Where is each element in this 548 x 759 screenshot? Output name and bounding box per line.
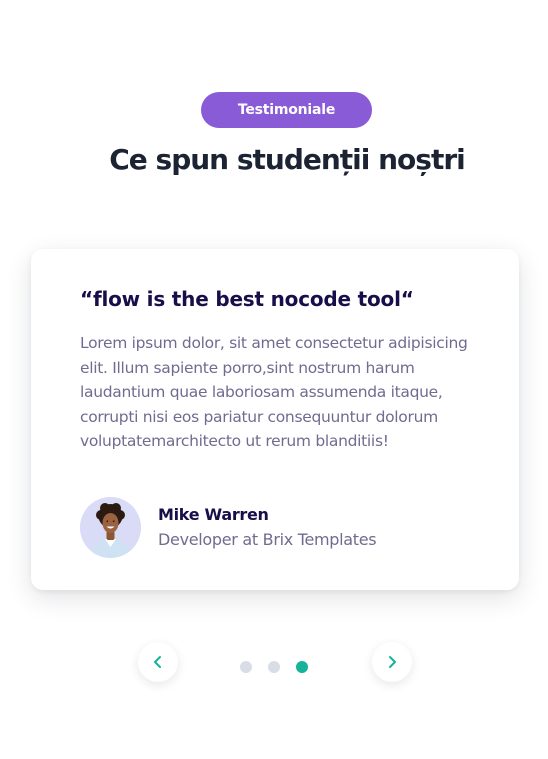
chevron-right-icon (389, 656, 396, 668)
chevron-left-icon (154, 656, 161, 668)
testimonial-quote-title: “flow is the best nocode tool“ (80, 287, 414, 311)
testimonial-quote-body: Lorem ipsum dolor, sit amet consectetur … (80, 334, 468, 451)
author-name: Mike Warren (158, 504, 269, 524)
avatar (80, 496, 141, 558)
carousel-dot-2[interactable] (268, 661, 280, 673)
carousel-dot-3-active[interactable] (296, 661, 308, 673)
carousel-next-button[interactable] (372, 642, 412, 682)
carousel-dot-1[interactable] (240, 661, 252, 673)
testimonial-author: Mike Warren Developer at Brix Templates (80, 496, 377, 558)
carousel-prev-button[interactable] (138, 642, 178, 682)
testimonial-card: “flow is the best nocode tool“ Lorem ips… (31, 249, 519, 590)
author-role: Developer at Brix Templates (158, 529, 377, 549)
author-info: Mike Warren Developer at Brix Templates (158, 503, 377, 552)
carousel-pagination (240, 661, 308, 673)
section-badge: Testimoniale (201, 92, 372, 128)
avatar-portrait-icon (80, 496, 141, 558)
section-title: Ce spun studenții noștri (109, 143, 466, 176)
